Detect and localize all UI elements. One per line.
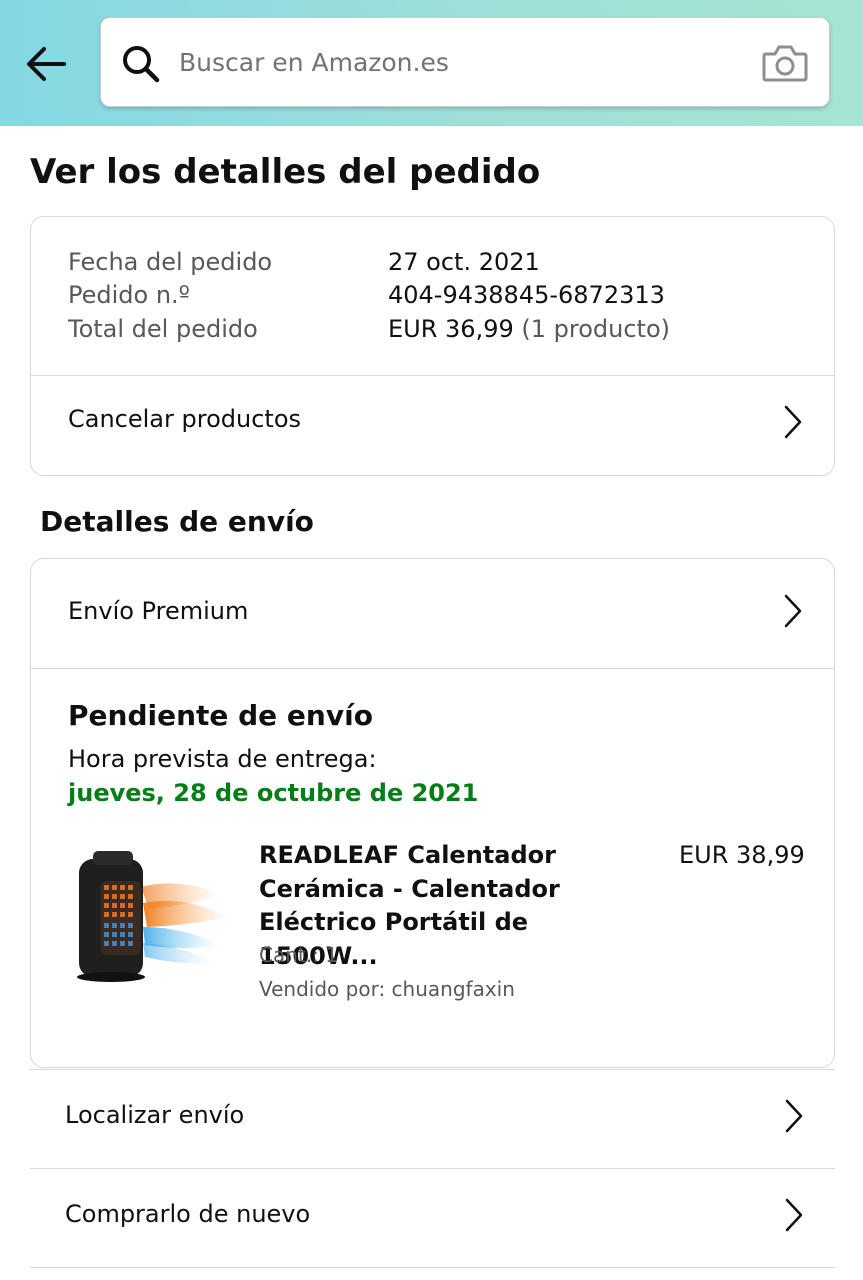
chevron-right-icon: [784, 405, 802, 439]
chevron-right-icon: [785, 1198, 803, 1232]
search-bar[interactable]: [100, 17, 830, 107]
product-seller: Vendido por: chuangfaxin: [259, 977, 515, 1001]
order-number-row: Pedido n.º 404-9438845-6872313: [68, 279, 814, 313]
buy-again-label: Comprarlo de nuevo: [65, 1200, 311, 1228]
order-date-value: 27 oct. 2021: [388, 247, 540, 276]
summary-label: Pedido n.º: [68, 281, 190, 310]
back-arrow-icon: [27, 47, 66, 81]
shipping-details-title: Detalles de envío: [40, 505, 314, 538]
page-title: Ver los detalles del pedido: [30, 152, 541, 192]
search-input[interactable]: [179, 36, 739, 88]
delivery-estimate-label: Hora prevista de entrega:: [68, 745, 377, 773]
shipping-card: Envío Premium Pendiente de envío Hora pr…: [30, 558, 835, 1068]
product-quantity: Cant.: 1: [259, 943, 338, 967]
shipping-method-button[interactable]: Envío Premium: [31, 559, 834, 668]
order-total-row: Total del pedido EUR 36,99 (1 producto): [68, 312, 814, 346]
shipping-status: Pendiente de envío: [68, 699, 373, 732]
summary-label: Fecha del pedido: [68, 247, 273, 276]
shipping-method-label: Envío Premium: [68, 597, 249, 625]
camera-icon[interactable]: [761, 42, 809, 84]
divider: [31, 668, 834, 669]
divider: [30, 1267, 835, 1268]
top-header: [0, 0, 863, 126]
track-package-label: Localizar envío: [65, 1101, 245, 1129]
back-button[interactable]: [20, 40, 72, 88]
order-number-value: 404-9438845-6872313: [388, 281, 665, 310]
search-icon[interactable]: [121, 44, 161, 84]
chevron-right-icon: [785, 1099, 803, 1133]
summary-label: Total del pedido: [68, 314, 258, 343]
product-image[interactable]: [71, 847, 231, 987]
order-total-amount: EUR 36,99: [388, 314, 514, 343]
delivery-estimate-date: jueves, 28 de octubre de 2021: [68, 779, 479, 807]
order-summary-rows: Fecha del pedido 27 oct. 2021 Pedido n.º…: [68, 245, 814, 346]
order-summary-card: Fecha del pedido 27 oct. 2021 Pedido n.º…: [30, 216, 835, 476]
chevron-right-icon: [784, 594, 802, 628]
cancel-products-button[interactable]: Cancelar productos: [31, 376, 834, 476]
order-item-count: (1 producto): [521, 314, 671, 343]
product-price: EUR 38,99: [679, 841, 805, 869]
order-date-row: Fecha del pedido 27 oct. 2021: [68, 245, 814, 279]
cancel-products-label: Cancelar productos: [68, 405, 302, 433]
order-total-value: EUR 36,99 (1 producto): [388, 315, 670, 343]
buy-again-button[interactable]: Comprarlo de nuevo: [30, 1167, 835, 1267]
track-package-button[interactable]: Localizar envío: [30, 1068, 835, 1168]
